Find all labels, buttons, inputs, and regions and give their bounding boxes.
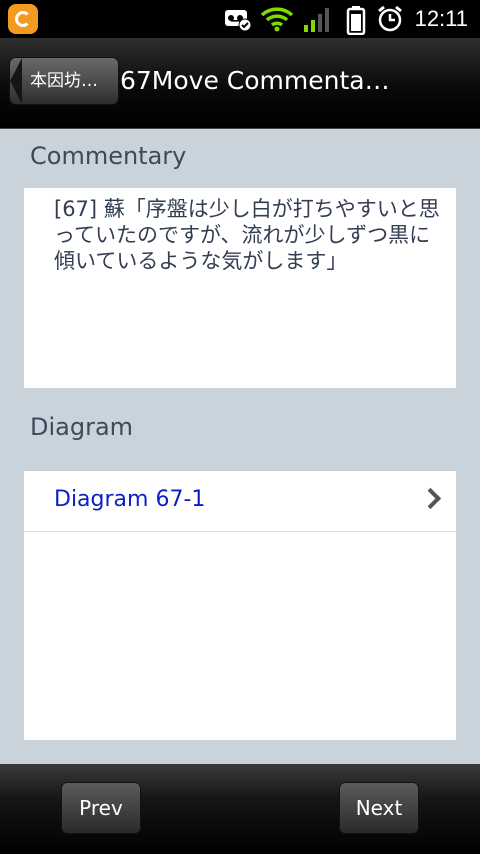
bottom-toolbar: Prev Next bbox=[0, 764, 480, 854]
next-button[interactable]: Next bbox=[340, 783, 418, 833]
back-arrow-icon bbox=[10, 58, 22, 104]
status-bar: 12:11 bbox=[0, 0, 480, 38]
diagram-list: Diagram 67-1 bbox=[24, 471, 456, 740]
commentary-text-box: [67] 蘇「序盤は少し白が打ちやすいと思っていたのですが、流れが少しずつ黒に傾… bbox=[24, 188, 456, 388]
battery-icon bbox=[346, 6, 366, 35]
commentary-text: [67] 蘇「序盤は少し白が打ちやすいと思っていたのですが、流れが少しずつ黒に傾… bbox=[54, 197, 440, 273]
commentary-header: Commentary bbox=[30, 142, 187, 170]
prev-button[interactable]: Prev bbox=[62, 783, 140, 833]
back-button[interactable]: 本因坊… bbox=[10, 58, 118, 104]
app-notification-icon bbox=[8, 4, 38, 34]
page-title: 67Move Commenta… bbox=[120, 66, 390, 95]
chevron-right-icon bbox=[419, 487, 442, 510]
alarm-icon bbox=[378, 5, 402, 32]
voicemail-check-icon bbox=[225, 10, 252, 32]
diagram-list-item[interactable]: Diagram 67-1 bbox=[24, 471, 456, 532]
signal-icon bbox=[304, 8, 329, 32]
diagram-link[interactable]: Diagram 67-1 bbox=[54, 487, 205, 512]
back-button-label: 本因坊… bbox=[30, 71, 98, 91]
wifi-icon bbox=[260, 7, 294, 32]
diagram-header: Diagram bbox=[30, 413, 134, 441]
status-clock: 12:11 bbox=[414, 6, 468, 31]
title-bar: 本因坊… 67Move Commenta… bbox=[0, 38, 480, 129]
